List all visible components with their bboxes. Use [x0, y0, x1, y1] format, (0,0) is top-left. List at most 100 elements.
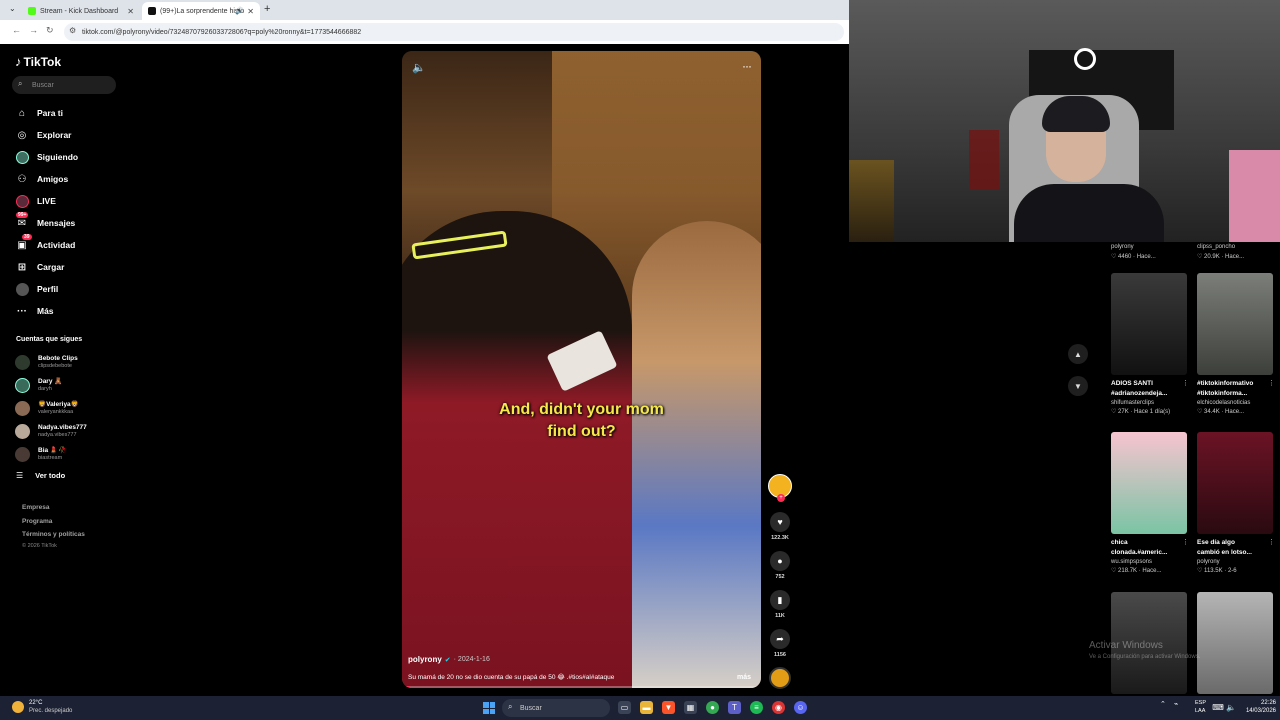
- video-thumbnail[interactable]: [1197, 432, 1273, 534]
- following-account[interactable]: 🦁Valeriya🦁 valeryankkkaa: [15, 398, 79, 418]
- video-author[interactable]: wu.simpspsons: [1111, 558, 1187, 567]
- messages-badge: 99+: [16, 212, 29, 218]
- video-author[interactable]: polyrony: [1111, 242, 1187, 252]
- nav-amigos[interactable]: ⚇ Amigos: [15, 171, 69, 187]
- more-options-icon[interactable]: ···: [742, 59, 752, 73]
- nav-perfil[interactable]: Perfil: [15, 281, 58, 297]
- nav-explorar[interactable]: ◎ Explorar: [15, 127, 72, 143]
- tab-tiktok-video[interactable]: (99+)La sorprendente histo 🔊 ✕: [142, 2, 260, 20]
- app-icon[interactable]: ▦: [684, 701, 697, 714]
- navigation-bar: ← → ↻ ⚙ tiktok.com/@polyrony/video/73248…: [0, 20, 849, 44]
- video-author[interactable]: polyrony: [1197, 558, 1273, 567]
- video-thumbnail[interactable]: [1197, 592, 1273, 694]
- app-icon[interactable]: ◉: [772, 701, 785, 714]
- music-disc-icon[interactable]: [769, 667, 791, 689]
- next-video-button[interactable]: ▼: [1068, 376, 1088, 396]
- more-options-icon[interactable]: ⋮: [1268, 538, 1275, 546]
- task-view-icon[interactable]: ▭: [618, 701, 631, 714]
- follow-plus-icon[interactable]: +: [777, 494, 785, 502]
- more-options-icon[interactable]: ⋮: [1182, 379, 1189, 387]
- share-icon[interactable]: ➦: [770, 629, 790, 649]
- weather-widget[interactable]: 22°C Prec. despejado: [12, 699, 72, 715]
- nav-cargar[interactable]: ⊞ Cargar: [15, 259, 65, 275]
- following-account[interactable]: Bebote Clips clipsdebebote: [15, 352, 78, 372]
- video-author[interactable]: polyrony ✔ · 2024-1-16: [408, 655, 490, 664]
- volume-icon[interactable]: 🔈: [1226, 701, 1236, 714]
- nav-siguiendo[interactable]: Siguiendo: [15, 149, 78, 165]
- video-author[interactable]: elchicodelasnoticias: [1197, 399, 1273, 408]
- more-options-icon[interactable]: ⋮: [1268, 379, 1275, 387]
- share-action[interactable]: ➦ 1156: [768, 629, 792, 658]
- nav-actividad[interactable]: ▣ Actividad 39: [15, 234, 75, 253]
- related-video-card[interactable]: chica clonada.#americ... wu.simpspsons ♡…: [1111, 432, 1189, 576]
- previous-video-button[interactable]: ▲: [1068, 344, 1088, 364]
- like-action[interactable]: ♥ 122.3K: [768, 512, 792, 541]
- more-options-icon[interactable]: ⋮: [1182, 538, 1189, 546]
- nav-mas[interactable]: ··· Más: [15, 303, 54, 319]
- subtitle-line: find out?: [547, 423, 616, 440]
- tray-chevron-up-icon[interactable]: ⌃: [1160, 700, 1166, 708]
- footer-link-empresa[interactable]: Empresa: [22, 504, 49, 511]
- save-action[interactable]: ▮ 11K: [768, 590, 792, 619]
- grid-top-meta[interactable]: polyrony ♡ 4460 · Hace...: [1111, 242, 1187, 262]
- heart-icon[interactable]: ♥: [770, 512, 790, 532]
- nav-mensajes[interactable]: ✉ Mensajes 99+: [15, 212, 75, 231]
- language-indicator[interactable]: ESP LAA: [1195, 699, 1206, 715]
- related-video-card[interactable]: Ese día algo cambió en lotso... polyrony…: [1197, 432, 1275, 576]
- nav-para-ti[interactable]: ⌂ Para ti: [15, 105, 63, 121]
- clock[interactable]: 22:26 14/03/2026: [1240, 699, 1276, 715]
- search-input[interactable]: ⌕ Buscar: [12, 76, 116, 94]
- spotify-icon[interactable]: ≡: [750, 701, 763, 714]
- related-video-card[interactable]: [1197, 592, 1273, 694]
- usb-icon[interactable]: ⌁: [1174, 700, 1178, 708]
- following-account[interactable]: Nadya.vibes777 nadya.vibes777: [15, 421, 87, 441]
- video-author[interactable]: shifumasterclips: [1111, 399, 1187, 408]
- footer-link-programa[interactable]: Programa: [22, 518, 52, 525]
- network-icon[interactable]: ⌨: [1212, 701, 1224, 714]
- nav-live[interactable]: LIVE: [15, 193, 56, 209]
- volume-icon[interactable]: 🔈: [412, 61, 426, 74]
- audio-playing-icon[interactable]: 🔊: [235, 7, 244, 15]
- more-description-button[interactable]: más: [737, 674, 751, 681]
- address-bar[interactable]: ⚙ tiktok.com/@polyrony/video/73248707926…: [64, 23, 844, 41]
- following-account[interactable]: Bia 💄🥀 biastream: [15, 444, 66, 464]
- site-info-icon[interactable]: ⚙: [69, 26, 76, 35]
- tiktok-logo[interactable]: ♪ TikTok: [15, 54, 61, 69]
- webcam-ring-light: [1074, 48, 1096, 70]
- new-tab-icon[interactable]: +: [264, 3, 270, 15]
- start-button[interactable]: [483, 702, 495, 714]
- file-explorer-icon[interactable]: ▬: [640, 701, 653, 714]
- video-thumbnail[interactable]: [1111, 273, 1187, 375]
- grid-top-meta[interactable]: clipss_poncho ♡ 20.9K · Hace...: [1197, 242, 1273, 262]
- related-video-card[interactable]: #tiktokinformativo #tiktokinforma... elc…: [1197, 273, 1275, 417]
- comment-icon[interactable]: ●: [770, 551, 790, 571]
- weather-temp: 22°C: [29, 700, 43, 706]
- system-tray[interactable]: ⌃ ⌁: [1160, 700, 1178, 708]
- footer-link-terminos[interactable]: Términos y políticas: [22, 531, 85, 538]
- time: 22:26: [1260, 700, 1276, 706]
- teams-icon[interactable]: T: [728, 701, 741, 714]
- video-player[interactable]: And, didn't your mom find out? 🔈 ··· pol…: [402, 51, 761, 688]
- close-tab-icon[interactable]: ✕: [247, 7, 254, 16]
- close-tab-icon[interactable]: ✕: [127, 7, 134, 16]
- back-icon[interactable]: ←: [12, 25, 21, 35]
- bookmark-icon[interactable]: ▮: [770, 590, 790, 610]
- author-name[interactable]: polyrony: [408, 655, 442, 664]
- video-progress-bar[interactable]: [402, 686, 761, 688]
- chrome-icon[interactable]: ●: [706, 701, 719, 714]
- taskbar-search[interactable]: ⌕ Buscar: [502, 699, 610, 717]
- creator-avatar[interactable]: +: [768, 474, 792, 502]
- tab-kick-dashboard[interactable]: Stream - Kick Dashboard ✕: [22, 2, 140, 20]
- reload-icon[interactable]: ↻: [46, 25, 54, 36]
- comment-action[interactable]: ● 752: [768, 551, 792, 580]
- discord-icon[interactable]: ☺: [794, 701, 807, 714]
- video-thumbnail[interactable]: [1111, 432, 1187, 534]
- following-account[interactable]: Dary 🧸 daryh: [15, 375, 62, 395]
- brave-browser-icon[interactable]: ▼: [662, 701, 675, 714]
- video-thumbnail[interactable]: [1197, 273, 1273, 375]
- tab-search-icon[interactable]: ⌄: [9, 4, 16, 13]
- related-video-card[interactable]: ADIOS SANTI #adrianozendeja... shifumast…: [1111, 273, 1189, 417]
- see-all-button[interactable]: ☰ Ver todo: [16, 471, 65, 480]
- video-author[interactable]: clipss_poncho: [1197, 242, 1273, 252]
- forward-icon[interactable]: →: [29, 25, 38, 35]
